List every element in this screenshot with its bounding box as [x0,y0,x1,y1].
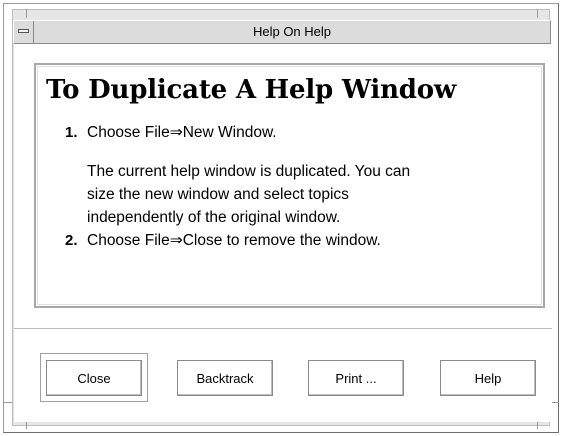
title-bar[interactable]: Help On Help [13,20,551,44]
frame-corner-side-right [551,402,559,403]
step-description-line: size the new window and select topics [87,186,349,203]
step-text: Choose File⇒New Window. [87,124,277,141]
step-text: Choose File⇒Close to remove the window. [87,232,381,249]
backtrack-button[interactable]: Backtrack [177,360,273,396]
help-button[interactable]: Help [440,360,536,396]
frame-corner-side-left [4,402,12,403]
button-area-separator [14,328,552,330]
print-button[interactable]: Print ... [308,360,404,396]
help-topic-heading: To Duplicate A Help Window [46,75,457,105]
step-number: 1. [65,124,78,141]
frame-corner-left [26,9,27,18]
frame-corner-bottom-left [26,421,27,429]
window-menu-icon [18,29,29,33]
step-description-line: The current help window is duplicated. Y… [87,163,411,180]
frame-corner-bottom-right [537,421,538,429]
help-client-area: To Duplicate A Help Window 1. Choose Fil… [13,44,552,422]
window-title: Help On Help [252,24,332,39]
window-menu-button[interactable] [14,21,34,43]
frame-corner-right [537,9,538,18]
step-number: 2. [65,232,78,249]
step-description-line: independently of the original window. [87,209,341,226]
help-content-panel: To Duplicate A Help Window 1. Choose Fil… [34,63,545,308]
close-button[interactable]: Close [46,360,142,396]
